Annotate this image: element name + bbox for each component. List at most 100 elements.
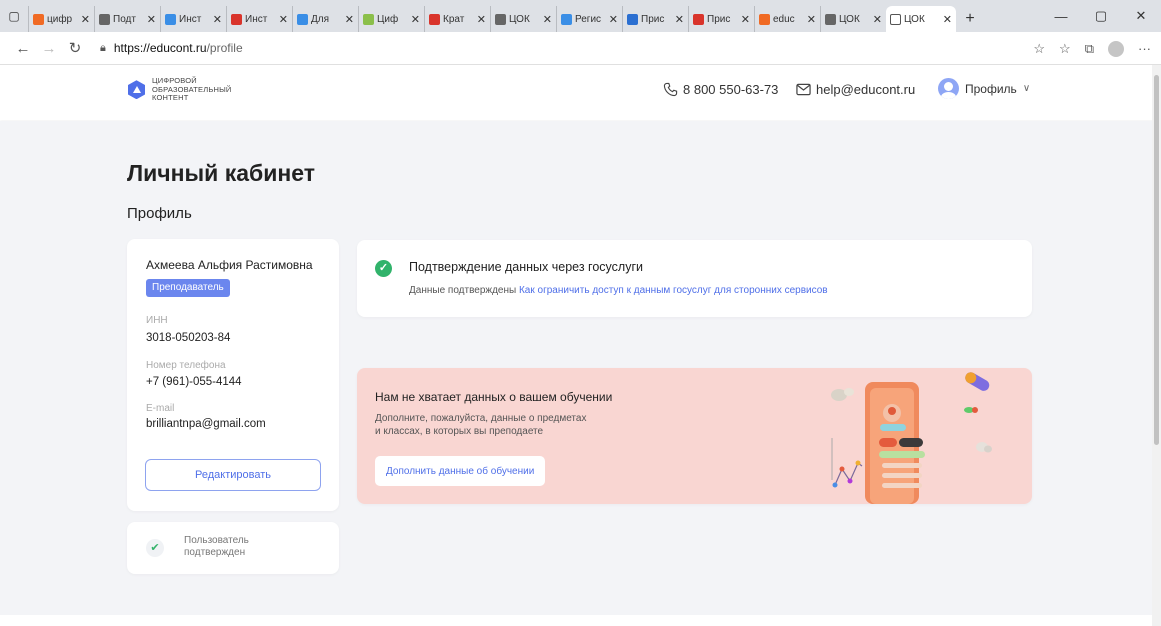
browser-tab[interactable]: Инст ✕: [226, 6, 292, 32]
browser-toolbar: ☆ ☆ ⧉ ···: [1033, 32, 1151, 65]
promo-description: Дополните, пожалуйста, данные о предмета…: [375, 413, 587, 437]
browser-tab-label: ЦОК: [839, 13, 860, 25]
page-scrollbar[interactable]: [1152, 65, 1161, 626]
complete-education-button[interactable]: Дополнить данные об обучении: [375, 456, 546, 486]
user-name: Ахмеева Альфия Растимовна: [146, 258, 313, 272]
edit-button[interactable]: Редактировать: [145, 459, 321, 491]
browser-tab[interactable]: ЦОК ✕: [820, 6, 886, 32]
logo[interactable]: ЦИФРОВОЙ ОБРАЗОВАТЕЛЬНЫЙ КОНТЕНТ: [128, 76, 232, 103]
new-tab-button[interactable]: +: [956, 6, 984, 32]
browser-tab[interactable]: Циф ✕: [358, 6, 424, 32]
inn-label: ИНН: [146, 315, 168, 326]
browser-profile-icon[interactable]: [1108, 40, 1124, 57]
browser-tab-label: Регис: [575, 13, 602, 25]
favicon-icon: [495, 13, 506, 25]
browser-tab-label: Инст: [245, 13, 268, 25]
profile-card: Ахмеева Альфия Растимовна Преподаватель …: [127, 239, 339, 511]
favicon-icon: [297, 13, 308, 25]
profile-menu-label: Профиль: [965, 81, 1017, 96]
browser-tab-active[interactable]: ЦОК ✕: [886, 6, 956, 32]
favicon-icon: [825, 13, 836, 25]
browser-tab-label: Крат: [443, 13, 465, 25]
close-icon[interactable]: ✕: [943, 13, 952, 26]
close-icon[interactable]: ✕: [279, 13, 288, 26]
header-phone[interactable]: 8 800 550-63-73: [663, 82, 778, 97]
browser-tab-label: Для: [311, 13, 330, 25]
favicon-icon: [99, 13, 110, 25]
gosuslugi-card: ✓ Подтверждение данных через госуслуги Д…: [357, 240, 1032, 317]
browser-tab[interactable]: Прис ✕: [688, 6, 754, 32]
browser-tab[interactable]: Прис ✕: [622, 6, 688, 32]
browser-tab[interactable]: ЦОК ✕: [490, 6, 556, 32]
url-field[interactable]: 🔒︎ https://educont.ru/profile: [100, 41, 243, 55]
favicon-icon: [363, 13, 374, 25]
phone-icon: [663, 82, 678, 97]
add-favorite-icon[interactable]: ☆: [1033, 41, 1045, 57]
close-icon[interactable]: ✕: [741, 13, 750, 26]
browser-tab-strip: ▢ цифр ✕ Подт ✕ Инст ✕ Инст ✕ Для ✕ Циф ✕ Крат ✕ ЦОК ✕ Р…: [0, 0, 1161, 32]
browser-tab[interactable]: Подт ✕: [94, 6, 160, 32]
site-header: ЦИФРОВОЙ ОБРАЗОВАТЕЛЬНЫЙ КОНТЕНТ 8 800 5…: [0, 65, 1161, 120]
browser-tab-label: Подт: [113, 13, 136, 25]
mail-icon: [796, 83, 811, 96]
refresh-icon[interactable]: ↻: [62, 39, 88, 57]
inn-value: 3018-050203-84: [146, 332, 231, 344]
minimize-icon[interactable]: —: [1041, 9, 1081, 24]
promo-illustration: [831, 372, 992, 504]
email-label: E-mail: [146, 403, 175, 414]
close-icon[interactable]: ✕: [609, 13, 618, 26]
gosuslugi-access-link[interactable]: Как ограничить доступ к данным госуслуг …: [519, 285, 828, 296]
check-icon: ✔: [146, 539, 164, 557]
close-icon[interactable]: ✕: [873, 13, 882, 26]
browser-tab[interactable]: Крат ✕: [424, 6, 490, 32]
close-icon[interactable]: ✕: [213, 13, 222, 26]
check-circle-icon: ✓: [375, 260, 392, 277]
favicon-icon: [693, 13, 704, 25]
browser-tab[interactable]: educ ✕: [754, 6, 820, 32]
favicon-icon: [231, 13, 242, 25]
close-icon[interactable]: ✕: [81, 13, 90, 26]
browser-tab[interactable]: Для ✕: [292, 6, 358, 32]
browser-tab[interactable]: цифр ✕: [28, 6, 94, 32]
close-icon[interactable]: ✕: [411, 13, 420, 26]
more-icon[interactable]: ···: [1138, 41, 1151, 56]
phone-label: Номер телефона: [146, 360, 226, 371]
close-icon[interactable]: ✕: [345, 13, 354, 26]
browser-tab[interactable]: Регис ✕: [556, 6, 622, 32]
profile-menu[interactable]: Профиль ∨: [938, 78, 1030, 99]
header-email[interactable]: help@educont.ru: [796, 82, 915, 97]
browser-tab-label: Циф: [377, 13, 399, 25]
close-icon[interactable]: ✕: [675, 13, 684, 26]
browser-tab-label: educ: [773, 13, 795, 25]
close-icon[interactable]: ✕: [147, 13, 156, 26]
collections-icon[interactable]: ⧉: [1085, 41, 1094, 57]
forward-icon[interactable]: →: [36, 40, 62, 57]
close-icon[interactable]: ✕: [543, 13, 552, 26]
section-title: Профиль: [127, 205, 192, 222]
scrollbar-thumb[interactable]: [1154, 75, 1159, 445]
close-icon[interactable]: ✕: [807, 13, 816, 26]
favicon-icon: [33, 13, 44, 25]
workspaces-icon[interactable]: ▢: [0, 0, 28, 32]
close-window-icon[interactable]: ✕: [1121, 8, 1161, 24]
phone-number: 8 800 550-63-73: [683, 82, 779, 97]
gosuslugi-status: Данные подтверждены: [409, 285, 517, 296]
browser-tab-label: ЦОК: [509, 13, 530, 25]
back-icon[interactable]: ←: [10, 40, 36, 57]
gosuslugi-title: Подтверждение данных через госуслуги: [409, 260, 643, 274]
close-icon[interactable]: ✕: [477, 13, 486, 26]
education-promo-banner: Нам не хватает данных о вашем обучении Д…: [357, 368, 1032, 504]
document-icon: [890, 13, 901, 25]
favicon-icon: [759, 13, 770, 25]
browser-tab[interactable]: Инст ✕: [160, 6, 226, 32]
browser-tab-label: Прис: [641, 13, 665, 25]
favicon-icon: [561, 13, 572, 25]
promo-title: Нам не хватает данных о вашем обучении: [375, 390, 613, 404]
restore-icon[interactable]: ▢: [1081, 8, 1121, 24]
logo-text: ЦИФРОВОЙ ОБРАЗОВАТЕЛЬНЫЙ КОНТЕНТ: [152, 76, 232, 102]
browser-tab-label: цифр: [47, 13, 73, 25]
page-title: Личный кабинет: [127, 160, 315, 186]
favorites-icon[interactable]: ☆: [1059, 41, 1071, 57]
gosuslugi-status-line: Данные подтверждены Как ограничить досту…: [409, 285, 828, 296]
browser-tab-label: Прис: [707, 13, 731, 25]
